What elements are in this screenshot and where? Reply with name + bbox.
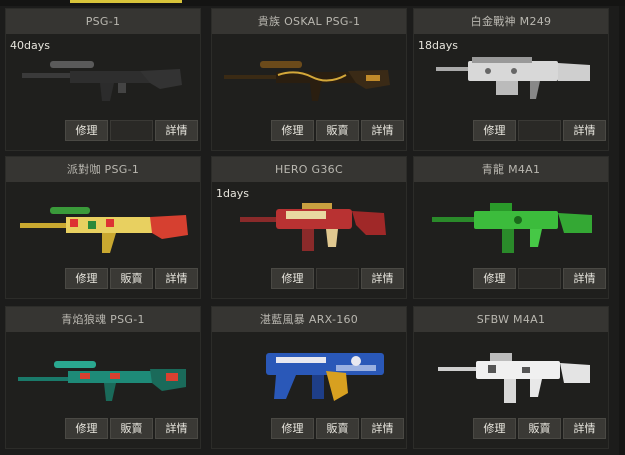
- details-button[interactable]: 詳情: [155, 268, 198, 289]
- weapon-card[interactable]: 湛藍風暴 ARX-160 修理 販賣 詳情: [211, 306, 407, 449]
- assault-rifle-green-dragon-icon: [432, 203, 592, 253]
- weapon-card[interactable]: 派對咖 PSG-1 修理 販賣 詳情: [5, 156, 201, 299]
- assault-rifle-hero-icon: [240, 203, 386, 251]
- sell-button[interactable]: 販賣: [110, 268, 153, 289]
- weapon-name: HERO G36C: [212, 157, 406, 182]
- details-button[interactable]: 詳情: [563, 268, 606, 289]
- sell-button-slot: [316, 268, 359, 289]
- details-button[interactable]: 詳情: [155, 418, 198, 439]
- repair-button[interactable]: 修理: [65, 268, 108, 289]
- weapon-name: 白金戰神 M249: [414, 9, 608, 34]
- sell-button-slot: [518, 268, 561, 289]
- sell-button[interactable]: 販賣: [316, 418, 359, 439]
- weapon-card[interactable]: HERO G36C 1days 修理 詳情: [211, 156, 407, 299]
- details-button[interactable]: 詳情: [563, 120, 606, 141]
- sell-button[interactable]: 販賣: [316, 120, 359, 141]
- weapon-name: PSG-1: [6, 9, 200, 34]
- repair-button[interactable]: 修理: [65, 418, 108, 439]
- repair-button[interactable]: 修理: [271, 120, 314, 141]
- sell-button-slot: [110, 120, 153, 141]
- weapon-name: 派對咖 PSG-1: [6, 157, 200, 182]
- weapon-card[interactable]: 青龍 M4A1 修理 詳情: [413, 156, 609, 299]
- sniper-rifle-party-icon: [20, 207, 188, 253]
- weapon-name: 青龍 M4A1: [414, 157, 608, 182]
- sell-button[interactable]: 販賣: [110, 418, 153, 439]
- repair-button[interactable]: 修理: [271, 418, 314, 439]
- weapon-card[interactable]: PSG-1 40days 修理 詳情: [5, 8, 201, 151]
- details-button[interactable]: 詳情: [155, 120, 198, 141]
- sell-button[interactable]: 販賣: [518, 418, 561, 439]
- repair-button[interactable]: 修理: [473, 268, 516, 289]
- weapon-name: 湛藍風暴 ARX-160: [212, 307, 406, 332]
- weapon-name: 貴族 OSKAL PSG-1: [212, 9, 406, 34]
- weapon-card[interactable]: 貴族 OSKAL PSG-1 修理 販賣 詳情: [211, 8, 407, 151]
- weapon-name: 青焰狼魂 PSG-1: [6, 307, 200, 332]
- details-button[interactable]: 詳情: [361, 268, 404, 289]
- weapon-card[interactable]: SFBW M4A1 修理 販賣 詳情: [413, 306, 609, 449]
- weapon-name: SFBW M4A1: [414, 307, 608, 332]
- weapon-card[interactable]: 青焰狼魂 PSG-1 修理 販賣 詳情: [5, 306, 201, 449]
- repair-button[interactable]: 修理: [271, 268, 314, 289]
- weapon-card[interactable]: 白金戰神 M249 18days 修理 詳情: [413, 8, 609, 151]
- details-button[interactable]: 詳情: [361, 120, 404, 141]
- repair-button[interactable]: 修理: [473, 120, 516, 141]
- repair-button[interactable]: 修理: [65, 120, 108, 141]
- active-tab-indicator: [70, 0, 182, 3]
- details-button[interactable]: 詳情: [361, 418, 404, 439]
- sniper-rifle-teal-wolf-icon: [18, 361, 186, 401]
- top-bar: [0, 0, 625, 6]
- sniper-rifle-gold-icon: [224, 61, 390, 101]
- details-button[interactable]: 詳情: [563, 418, 606, 439]
- scrollbar-track[interactable]: [619, 6, 625, 455]
- sniper-rifle-black-icon: [22, 61, 182, 101]
- sell-button-slot: [518, 120, 561, 141]
- repair-button[interactable]: 修理: [473, 418, 516, 439]
- assault-rifle-blue-storm-icon: [266, 353, 384, 401]
- assault-rifle-white-icon: [438, 353, 590, 403]
- machine-gun-white-icon: [436, 57, 590, 99]
